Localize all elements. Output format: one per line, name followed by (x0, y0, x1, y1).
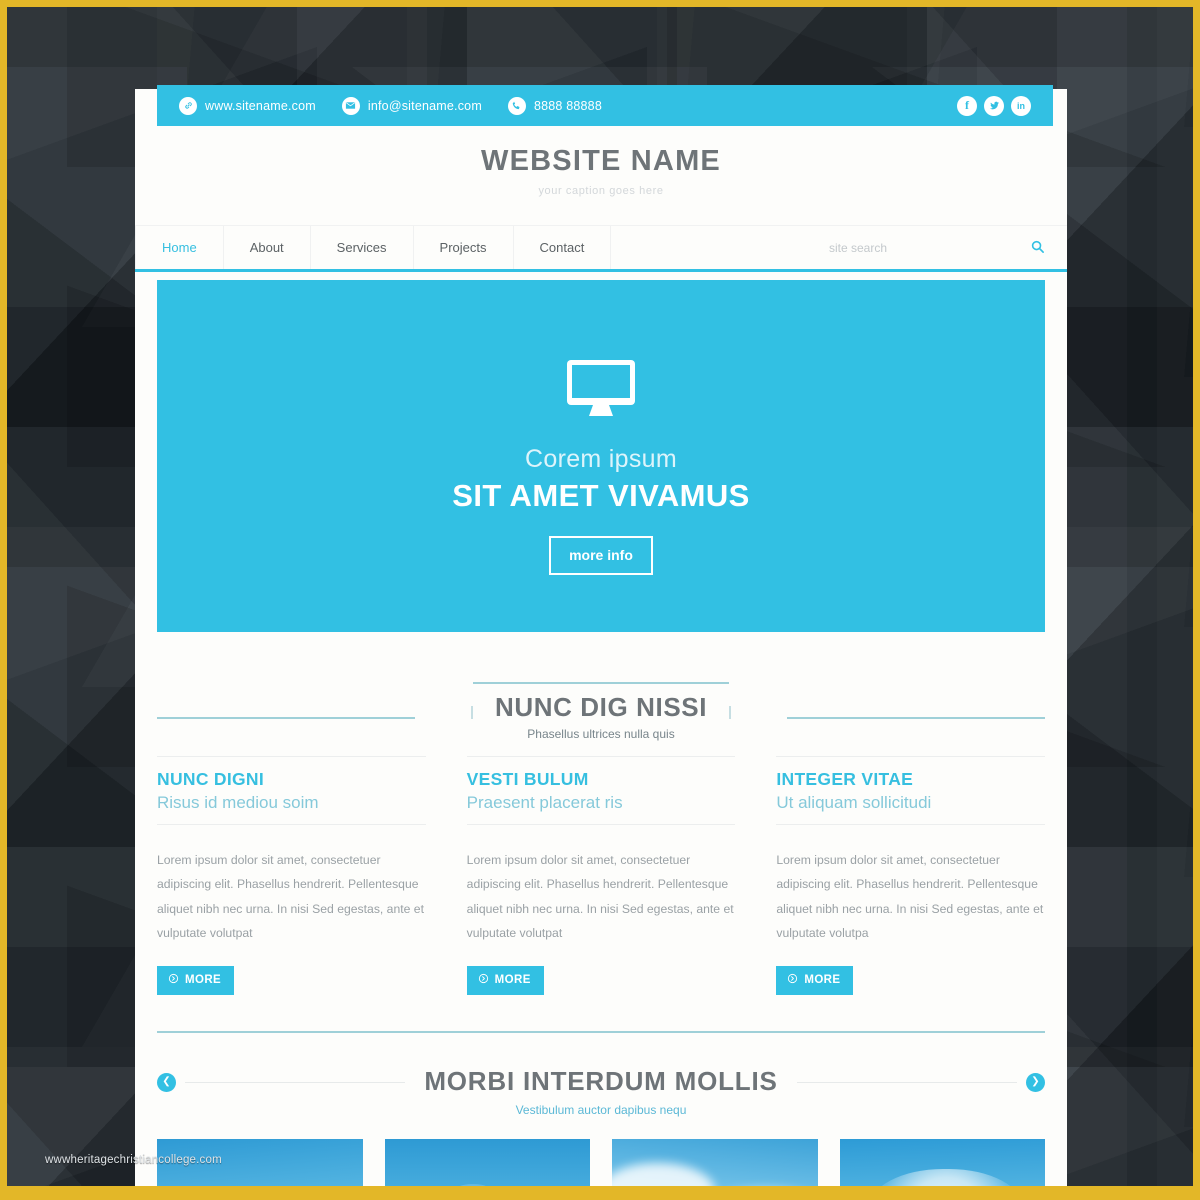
service-column-1: NUNC DIGNI Risus id mediou soim Lorem ip… (157, 756, 426, 995)
site-title: WEBSITE NAME (481, 145, 721, 177)
service-column-3-title: INTEGER VITAE (776, 769, 914, 789)
services-title: NUNC DIG NISSI (494, 692, 708, 722)
service-column-1-more-label: MORE (185, 973, 222, 986)
contact-email-label: info@sitename.com (367, 98, 482, 113)
hero-title: SIT AMET VIVAMUS (452, 478, 750, 513)
services-columns: NUNC DIGNI Risus id mediou soim Lorem ip… (157, 756, 1046, 995)
service-column-1-subtitle: Risus id mediou soim (157, 793, 319, 812)
service-column-3: INTEGER VITAE Ut aliquam sollicitudi Lor… (776, 756, 1046, 995)
hero-subtitle: Corem ipsum (525, 445, 677, 473)
linkedin-icon[interactable]: in (1011, 95, 1031, 116)
services-caption: Phasellus ultrices nulla quis (527, 727, 675, 741)
screenshot-frame: www.sitename.com info@sitename.com 8888 … (0, 0, 1200, 1200)
carousel-heading: ❮ ❯ MORBI INTERDUM MOLLIS Vestibulum auc… (157, 1059, 1045, 1131)
twitter-icon[interactable] (984, 95, 1004, 116)
service-column-1-body: Lorem ipsum dolor sit amet, consectetuer… (157, 853, 424, 941)
bottom-gold-bar (7, 1186, 1193, 1200)
service-column-1-head: NUNC DIGNI Risus id mediou soim (157, 756, 426, 825)
nav-item-list: Home About Services Projects Contact (135, 226, 612, 269)
contact-email[interactable]: info@sitename.com (341, 96, 482, 115)
search-input[interactable] (829, 240, 1022, 255)
services-heading: NUNC DIG NISSI Phasellus ultrices nulla … (157, 668, 1045, 750)
hero-banner: Corem ipsum SIT AMET VIVAMUS more info (157, 280, 1045, 632)
carousel-caption: Vestibulum auctor dapibus nequ (515, 1102, 687, 1117)
top-contact-bar: www.sitename.com info@sitename.com 8888 … (157, 85, 1053, 126)
site-caption: your caption goes here (538, 185, 664, 197)
service-column-3-subtitle: Ut aliquam sollicitudi (776, 793, 932, 812)
service-column-2-more-label: MORE (494, 973, 531, 986)
service-column-1-more-button[interactable]: MORE (157, 965, 235, 995)
service-column-1-title: NUNC DIGNI (157, 769, 265, 789)
service-column-2-head: VESTI BULUM Praesent placerat ris (466, 756, 736, 825)
contact-group: www.sitename.com info@sitename.com 8888 … (179, 96, 602, 115)
contact-phone-label: 8888 88888 (533, 98, 602, 113)
service-column-3-body: Lorem ipsum dolor sit amet, consectetuer… (776, 853, 1044, 941)
phone-icon (507, 96, 526, 115)
nav-item-services[interactable]: Services (311, 226, 414, 269)
search-button[interactable] (1030, 239, 1045, 257)
search-icon (1030, 239, 1045, 257)
main-navigation: Home About Services Projects Contact (135, 225, 1067, 272)
nav-item-contact[interactable]: Contact (514, 226, 612, 269)
hero-more-info-button[interactable]: more info (549, 536, 653, 575)
heading-rule-top (473, 682, 729, 684)
watermark-text: wwwheritagechristiancollege.com (45, 1154, 222, 1166)
circle-arrow-icon (168, 973, 179, 987)
nav-item-about[interactable]: About (224, 226, 311, 269)
service-column-2: VESTI BULUM Praesent placerat ris Lorem … (466, 756, 736, 995)
nav-item-projects[interactable]: Projects (414, 226, 514, 269)
website-page: www.sitename.com info@sitename.com 8888 … (135, 85, 1067, 1200)
envelope-icon (341, 96, 360, 115)
facebook-icon[interactable]: f (957, 95, 977, 116)
nav-item-home[interactable]: Home (135, 226, 224, 269)
service-column-2-title: VESTI BULUM (466, 769, 589, 789)
social-links: f in (957, 95, 1031, 116)
service-column-3-more-button[interactable]: MORE (776, 965, 854, 995)
section-divider (157, 1030, 1045, 1033)
carousel-title: MORBI INTERDUM MOLLIS (424, 1065, 778, 1096)
monitor-icon (567, 360, 635, 423)
service-column-3-more-label: MORE (804, 973, 841, 986)
circle-arrow-icon (478, 973, 489, 987)
service-column-2-more-button[interactable]: MORE (466, 965, 544, 995)
circle-arrow-icon (787, 973, 798, 987)
service-column-3-head: INTEGER VITAE Ut aliquam sollicitudi (776, 756, 1046, 825)
service-column-2-subtitle: Praesent placerat ris (466, 793, 623, 812)
contact-phone[interactable]: 8888 88888 (507, 96, 602, 115)
link-icon (179, 96, 197, 115)
contact-website-label: www.sitename.com (205, 98, 316, 113)
service-column-2-body: Lorem ipsum dolor sit amet, consectetuer… (466, 853, 734, 941)
search-box (829, 226, 1067, 269)
contact-website[interactable]: www.sitename.com (179, 96, 316, 115)
